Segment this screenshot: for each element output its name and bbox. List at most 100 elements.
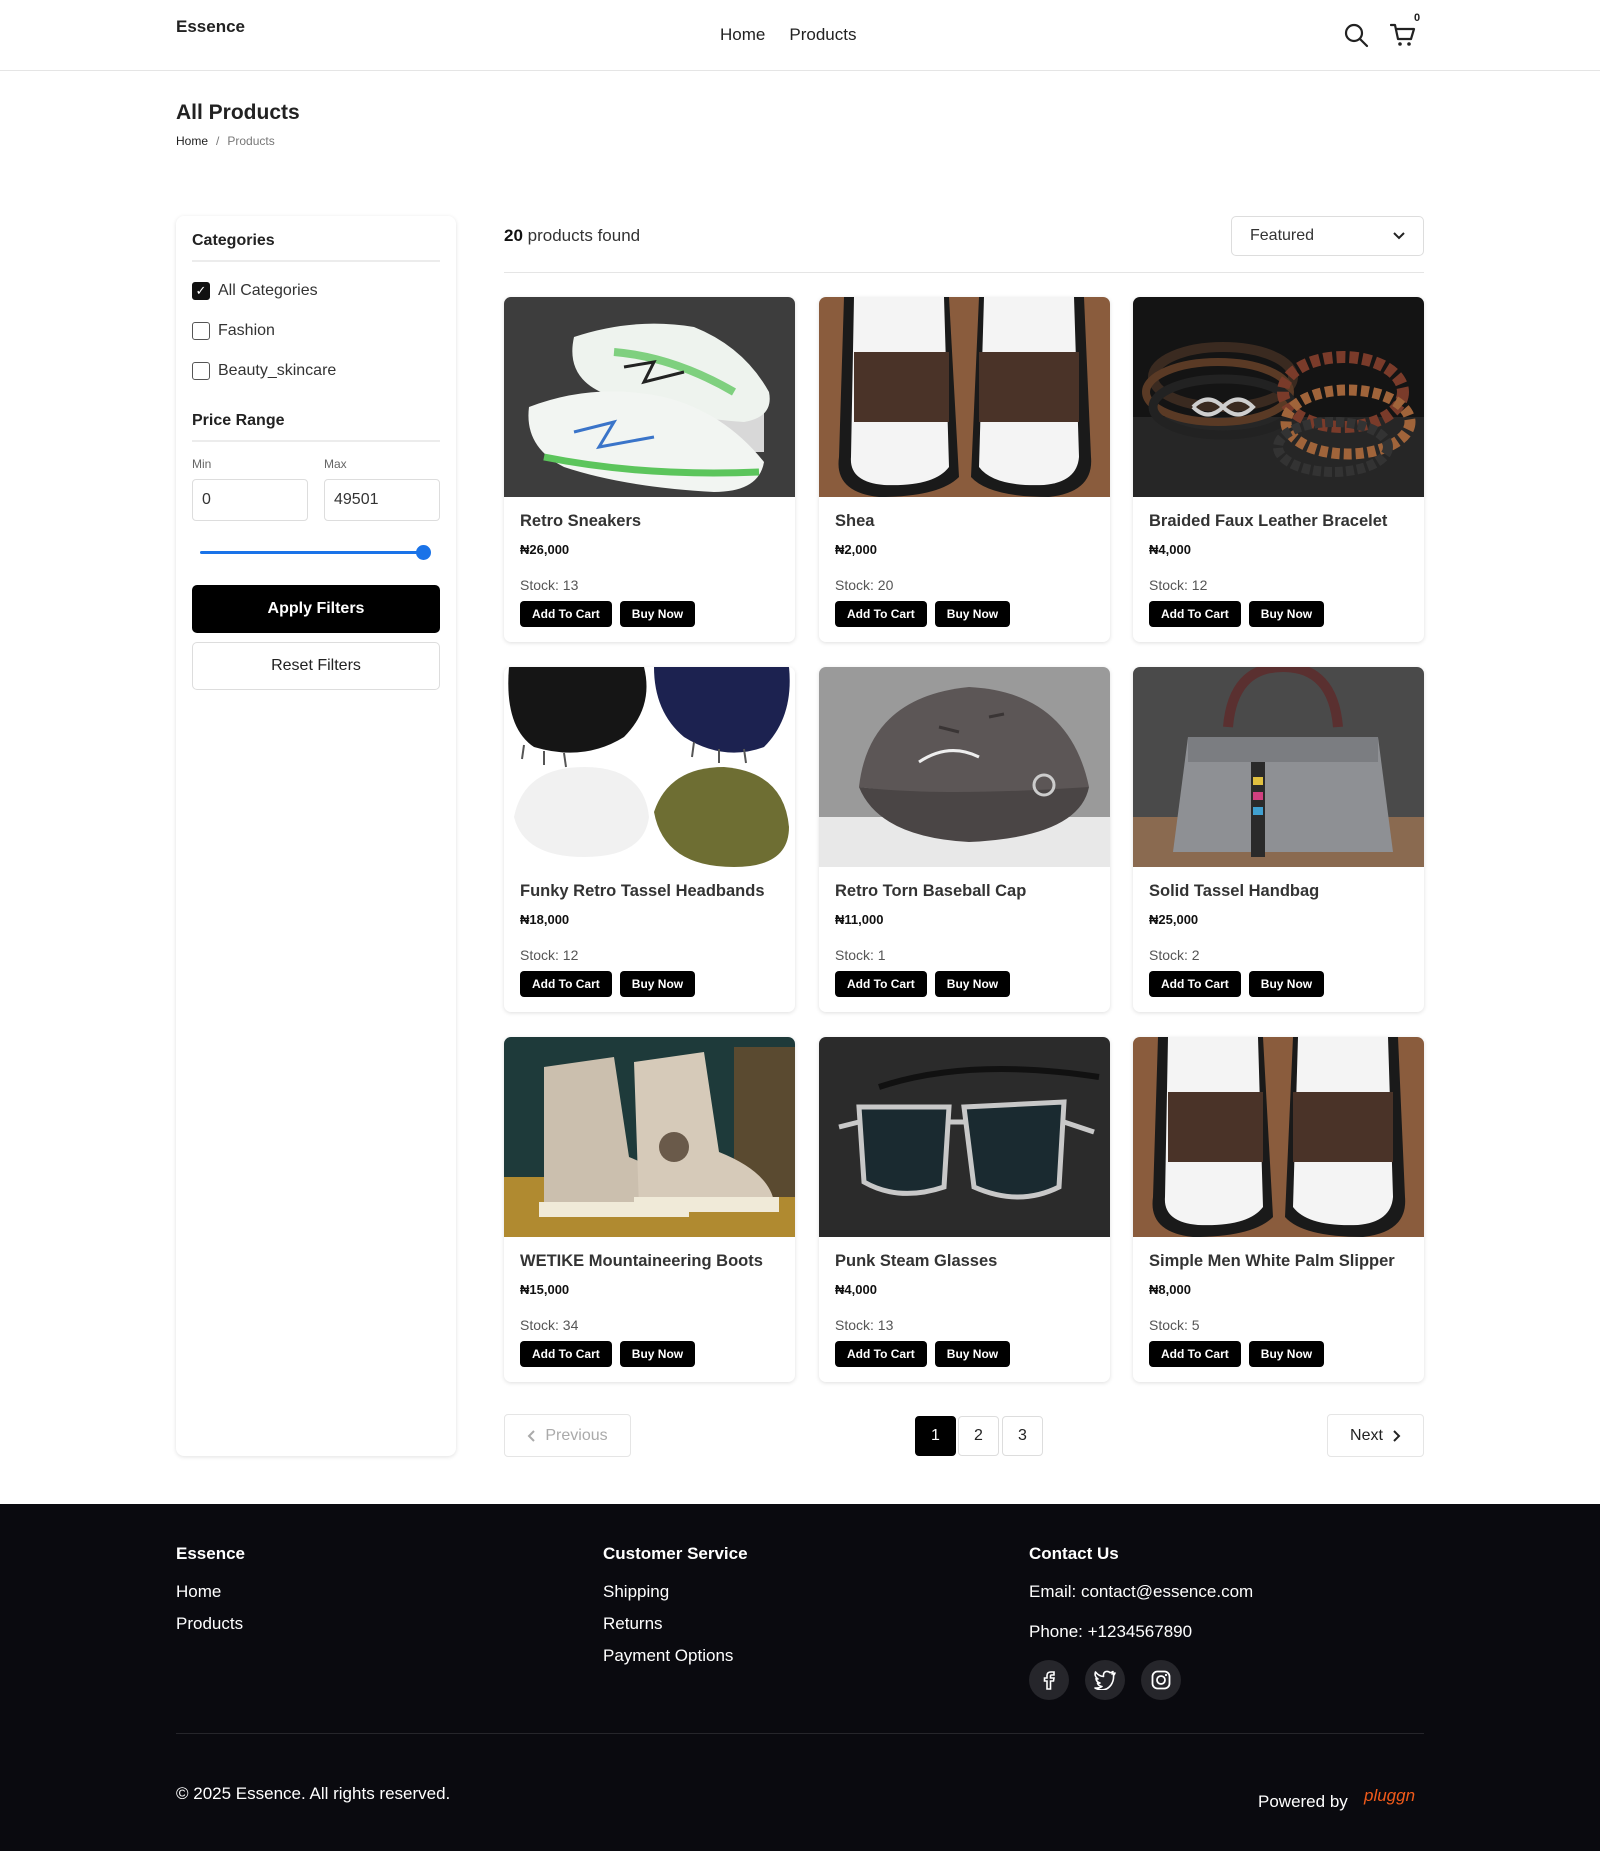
buy-now-button[interactable]: Buy Now <box>934 601 1011 627</box>
add-to-cart-button[interactable]: Add To Cart <box>1149 601 1241 627</box>
results-count-number: 20 <box>504 226 523 245</box>
product-image[interactable] <box>819 667 1110 867</box>
category-beauty[interactable]: Beauty_skincare <box>192 362 336 380</box>
buy-now-button[interactable]: Buy Now <box>1248 601 1325 627</box>
category-all[interactable]: ✓ All Categories <box>192 282 318 300</box>
product-name[interactable]: Simple Men White Palm Slipper <box>1149 1252 1395 1271</box>
product-image[interactable] <box>504 1037 795 1237</box>
category-fashion-label: Fashion <box>218 322 275 339</box>
product-card[interactable]: Simple Men White Palm Slipper ₦8,000 Stock… <box>1133 1037 1424 1382</box>
add-to-cart-button[interactable]: Add To Cart <box>835 601 927 627</box>
product-image[interactable] <box>819 1037 1110 1237</box>
product-price: ₦4,000 <box>835 1282 877 1297</box>
product-name[interactable]: Punk Steam Glasses <box>835 1252 997 1271</box>
product-name[interactable]: Braided Faux Leather Bracelet <box>1149 512 1387 531</box>
product-card[interactable]: Solid Tassel Handbag ₦25,000 Stock: 2 Add T… <box>1133 667 1424 1012</box>
page-title: All Products <box>176 101 300 124</box>
reset-filters-button[interactable]: Reset Filters <box>192 642 440 690</box>
add-to-cart-button[interactable]: Add To Cart <box>520 601 612 627</box>
product-name[interactable]: Solid Tassel Handbag <box>1149 882 1319 901</box>
add-to-cart-button[interactable]: Add To Cart <box>520 971 612 997</box>
product-image[interactable] <box>1133 667 1424 867</box>
footer-phone[interactable]: Phone: +1234567890 <box>1029 1622 1192 1642</box>
min-price-input[interactable] <box>192 479 308 521</box>
product-stock: Stock: 5 <box>1149 1317 1200 1333</box>
product-card[interactable]: Punk Steam Glasses ₦4,000 Stock: 13 Add To … <box>819 1037 1110 1382</box>
breadcrumb-separator: / <box>216 134 220 148</box>
site-logo[interactable]: Essence <box>176 17 245 37</box>
price-slider-thumb[interactable] <box>416 545 431 560</box>
previous-page-button[interactable]: Previous <box>504 1414 631 1457</box>
twitter-icon[interactable] <box>1085 1660 1125 1700</box>
buy-now-button[interactable]: Buy Now <box>619 601 696 627</box>
price-slider-track[interactable] <box>200 551 424 554</box>
footer-link-returns[interactable]: Returns <box>603 1614 663 1634</box>
footer-link-home[interactable]: Home <box>176 1582 221 1602</box>
buy-now-button[interactable]: Buy Now <box>619 971 696 997</box>
categories-heading: Categories <box>192 232 440 262</box>
chevron-right-icon <box>1393 1429 1401 1442</box>
nav-home[interactable]: Home <box>720 25 765 45</box>
product-name[interactable]: WETIKE Mountaineering Boots <box>520 1252 763 1271</box>
next-page-button[interactable]: Next <box>1327 1414 1424 1457</box>
footer-email[interactable]: Email: contact@essence.com <box>1029 1582 1253 1602</box>
product-card[interactable]: Retro Torn Baseball Cap ₦11,000 Stock: 1 Ad… <box>819 667 1110 1012</box>
cart-icon[interactable] <box>1390 22 1416 48</box>
breadcrumb-home[interactable]: Home <box>176 134 208 148</box>
pluggn-logo[interactable]: pluggn <box>1364 1786 1415 1806</box>
product-price: ₦26,000 <box>520 542 570 557</box>
add-to-cart-button[interactable]: Add To Cart <box>835 1341 927 1367</box>
product-name[interactable]: Shea <box>835 512 874 531</box>
category-fashion[interactable]: Fashion <box>192 322 275 340</box>
nav-products[interactable]: Products <box>789 25 856 45</box>
min-price-label: Min <box>192 457 212 471</box>
product-image[interactable] <box>1133 297 1424 497</box>
category-fashion-checkbox[interactable] <box>192 322 210 340</box>
product-name[interactable]: Retro Torn Baseball Cap <box>835 882 1026 901</box>
buy-now-button[interactable]: Buy Now <box>934 1341 1011 1367</box>
max-price-input[interactable] <box>324 479 440 521</box>
main-nav: Home Products <box>720 25 856 45</box>
product-card[interactable]: Retro Sneakers ₦26,000 Stock: 13 Add To Car… <box>504 297 795 642</box>
page-2-button[interactable]: 2 <box>958 1416 999 1456</box>
add-to-cart-button[interactable]: Add To Cart <box>1149 1341 1241 1367</box>
product-actions: Add To Cart Buy Now <box>520 971 696 997</box>
product-card[interactable]: WETIKE Mountaineering Boots ₦15,000 Stock:… <box>504 1037 795 1382</box>
instagram-icon[interactable] <box>1141 1660 1181 1700</box>
product-name[interactable]: Retro Sneakers <box>520 512 641 531</box>
footer-link-products[interactable]: Products <box>176 1614 243 1634</box>
buy-now-button[interactable]: Buy Now <box>934 971 1011 997</box>
footer-link-payment-options[interactable]: Payment Options <box>603 1646 733 1666</box>
product-stock: Stock: 34 <box>520 1317 579 1333</box>
product-card[interactable]: Funky Retro Tassel Headbands ₦18,000 Stock… <box>504 667 795 1012</box>
add-to-cart-button[interactable]: Add To Cart <box>835 971 927 997</box>
product-image[interactable] <box>504 297 795 497</box>
page-3-button[interactable]: 3 <box>1002 1416 1043 1456</box>
add-to-cart-button[interactable]: Add To Cart <box>1149 971 1241 997</box>
product-card[interactable]: Braided Faux Leather Bracelet ₦4,000 Stock… <box>1133 297 1424 642</box>
footer-link-shipping[interactable]: Shipping <box>603 1582 669 1602</box>
price-range-heading: Price Range <box>192 412 440 442</box>
filter-sidebar: Categories ✓ All Categories Fashion Beau… <box>176 216 456 1456</box>
product-image[interactable] <box>1133 1037 1424 1237</box>
product-actions: Add To Cart Buy Now <box>520 601 696 627</box>
product-image[interactable] <box>819 297 1110 497</box>
product-actions: Add To Cart Buy Now <box>835 601 1011 627</box>
product-price: ₦25,000 <box>1149 912 1199 927</box>
product-price: ₦15,000 <box>520 1282 570 1297</box>
footer-brand-heading: Essence <box>176 1544 245 1563</box>
search-icon[interactable] <box>1343 22 1369 48</box>
product-card[interactable]: Shea ₦2,000 Stock: 20 Add To Cart Buy Now <box>819 297 1110 642</box>
buy-now-button[interactable]: Buy Now <box>619 1341 696 1367</box>
category-beauty-checkbox[interactable] <box>192 362 210 380</box>
category-all-checkbox[interactable]: ✓ <box>192 282 210 300</box>
add-to-cart-button[interactable]: Add To Cart <box>520 1341 612 1367</box>
facebook-icon[interactable] <box>1029 1660 1069 1700</box>
buy-now-button[interactable]: Buy Now <box>1248 1341 1325 1367</box>
product-name[interactable]: Funky Retro Tassel Headbands <box>520 882 765 901</box>
page-1-button[interactable]: 1 <box>915 1416 956 1456</box>
apply-filters-button[interactable]: Apply Filters <box>192 585 440 633</box>
product-image[interactable] <box>504 667 795 867</box>
sort-select[interactable]: Featured <box>1231 216 1424 256</box>
buy-now-button[interactable]: Buy Now <box>1248 971 1325 997</box>
